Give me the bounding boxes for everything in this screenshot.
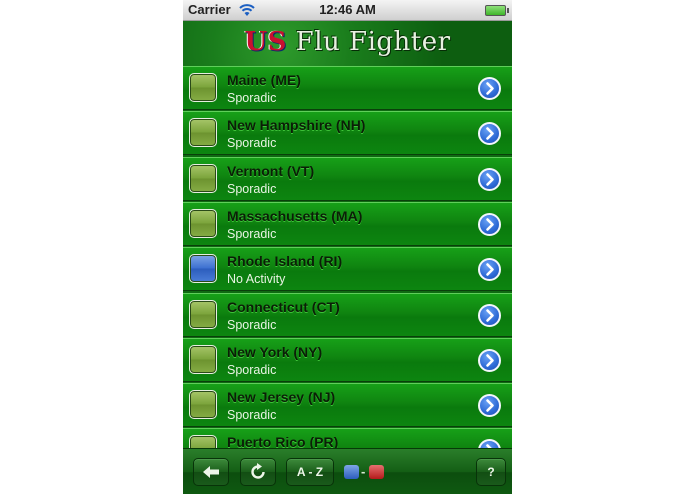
state-name: Vermont (VT) [227,163,315,179]
state-row[interactable]: Vermont (VT) Sporadic [183,157,512,201]
state-name: Puerto Rico (PR) [227,434,339,448]
state-name: Maine (ME) [227,72,301,88]
app-title-text: Flu Fighter [286,27,451,57]
app-title: US Flu Fighter [183,27,512,57]
refresh-icon [251,463,265,479]
state-row[interactable]: Massachusetts (MA) Sporadic [183,202,512,246]
sort-az-button[interactable]: A - Z [286,458,334,486]
back-button[interactable] [193,458,229,486]
legend-button[interactable]: - [342,462,388,482]
chevron-right-icon[interactable] [478,349,501,372]
nav-bar: US Flu Fighter [183,21,512,67]
activity-green-icon [189,164,217,193]
chevron-right-icon[interactable] [478,258,501,281]
help-button[interactable]: ? [476,458,506,486]
state-name: New Jersey (NJ) [227,389,336,405]
state-name: Rhode Island (RI) [227,253,343,269]
state-status: Sporadic [227,408,277,422]
state-name: New York (NY) [227,344,323,360]
state-status: Sporadic [227,182,277,196]
legend-separator: - [361,464,366,479]
legend-red-swatch [369,465,384,479]
clock: 12:46 AM [319,2,376,17]
legend-blue-swatch [344,465,359,479]
state-status: No Activity [227,272,286,286]
state-row[interactable]: Connecticut (CT) Sporadic [183,293,512,337]
state-row[interactable]: New Hampshire (NH) Sporadic [183,111,512,155]
battery-icon [485,5,509,16]
chevron-right-icon[interactable] [478,77,501,100]
bottom-toolbar: A - Z - ? [183,448,512,494]
state-name: Massachusetts (MA) [227,208,363,224]
activity-green-icon [189,209,217,238]
state-status: Sporadic [227,227,277,241]
state-status: Sporadic [227,318,277,332]
chevron-right-icon[interactable] [478,122,501,145]
status-bar: Carrier 12:46 AM [183,0,512,21]
state-row[interactable]: New York (NY) Sporadic [183,338,512,382]
state-name: Connecticut (CT) [227,299,340,315]
app-title-us: US [244,27,287,57]
activity-green-icon [189,300,217,329]
state-row[interactable]: Rhode Island (RI) No Activity [183,247,512,291]
chevron-right-icon[interactable] [478,213,501,236]
activity-green-icon [189,435,217,448]
activity-green-icon [189,390,217,419]
chevron-right-icon[interactable] [478,168,501,191]
state-status: Sporadic [227,136,277,150]
activity-green-icon [189,73,217,102]
state-status: Sporadic [227,91,277,105]
phone-screen: Carrier 12:46 AM US Flu Fighter Maine (M… [183,0,512,494]
refresh-button[interactable] [240,458,276,486]
chevron-right-icon[interactable] [478,304,501,327]
state-status: Sporadic [227,363,277,377]
state-row[interactable]: Puerto Rico (PR) [183,428,512,448]
activity-green-icon [189,118,217,147]
state-name: New Hampshire (NH) [227,117,366,133]
activity-green-icon [189,345,217,374]
arrow-left-icon [203,466,219,478]
state-row[interactable]: New Jersey (NJ) Sporadic [183,383,512,427]
chevron-right-icon[interactable] [478,439,501,448]
chevron-right-icon[interactable] [478,394,501,417]
activity-blue-icon [189,254,217,283]
state-row[interactable]: Maine (ME) Sporadic [183,66,512,110]
state-list[interactable]: Maine (ME) Sporadic New Hampshire (NH) Spor… [183,66,512,448]
